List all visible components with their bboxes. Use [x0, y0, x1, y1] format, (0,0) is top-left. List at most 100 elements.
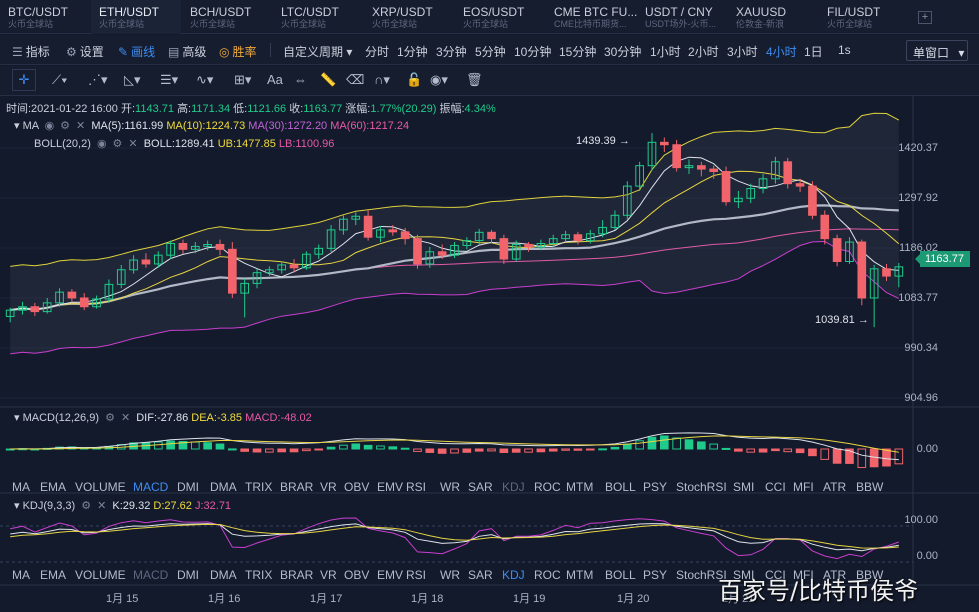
indicator-tab[interactable]: SMI [733, 480, 754, 494]
indicator-tab[interactable]: DMA [210, 568, 237, 582]
indicator-tab[interactable]: WR [440, 568, 460, 582]
indicator-tab[interactable]: VR [320, 480, 337, 494]
close-icon[interactable]: ✕ [76, 120, 85, 132]
indicator-tab[interactable]: ROC [534, 568, 561, 582]
kdj-d-line [10, 523, 899, 549]
gear-icon[interactable]: ⚙ [60, 120, 70, 132]
macd-bar [808, 448, 817, 457]
macd-name: MACD(12,26,9) [22, 412, 100, 424]
indicator-tab[interactable]: EMV [377, 480, 403, 494]
indicator-tab[interactable]: StochRSI [676, 480, 727, 494]
macd-bar [820, 448, 830, 460]
time-label: 1月 18 [411, 593, 444, 605]
indicator-tab[interactable]: BRAR [280, 568, 313, 582]
boll-name: BOLL(20,2) [34, 138, 91, 150]
eye-icon[interactable]: ◉ [45, 120, 55, 132]
macd-bar [265, 448, 274, 453]
close-icon[interactable]: ✕ [128, 138, 137, 150]
indicator-tab[interactable]: EMV [377, 568, 403, 582]
macd-bar [425, 448, 435, 453]
indicator-tab[interactable]: MTM [566, 480, 593, 494]
macd-bar [240, 448, 250, 452]
indicator-tab[interactable]: DMA [210, 480, 237, 494]
gear-icon[interactable]: ⚙ [81, 500, 91, 512]
gear-icon[interactable]: ⚙ [113, 138, 123, 150]
indicator-tab[interactable]: MA [12, 568, 30, 582]
kdj-j-line [10, 517, 899, 560]
indicator-tab[interactable]: MACD [133, 568, 168, 582]
indicator-tab[interactable]: DMI [177, 480, 199, 494]
macd-bar [882, 448, 891, 467]
indicator-tab[interactable]: KDJ [502, 568, 525, 582]
low-annotation-value: 1039.81 [815, 314, 855, 326]
kdj-k-value: K:29.32 [112, 500, 151, 512]
ma-name: MA [22, 120, 39, 132]
indicator-tab[interactable]: BRAR [280, 480, 313, 494]
indicator-tab[interactable]: KDJ [502, 480, 525, 494]
time-label: 1月 16 [208, 593, 241, 605]
boll-lb-value: LB:1100.96 [278, 138, 335, 150]
indicator-tab[interactable]: CCI [765, 480, 786, 494]
indicator-tab[interactable]: PSY [643, 568, 667, 582]
indicator-tab[interactable]: VOLUME [75, 568, 126, 582]
indicator-tab[interactable]: SAR [468, 480, 493, 494]
macd-bar [190, 441, 200, 450]
indicator-tab[interactable]: DMI [177, 568, 199, 582]
indicator-tab[interactable]: OBV [344, 480, 369, 494]
indicator-tab[interactable]: ROC [534, 480, 561, 494]
close-value: 1163.77 [303, 103, 343, 115]
indicator-tab[interactable]: RSI [406, 568, 426, 582]
current-price-value: 1163.77 [925, 253, 964, 265]
close-icon[interactable]: ✕ [97, 500, 106, 512]
change-label: 涨幅: [345, 103, 371, 115]
indicator-tab[interactable]: ATR [823, 480, 846, 494]
macd-bar [894, 448, 904, 465]
indicator-tab[interactable]: MA [12, 480, 30, 494]
macd-bar [672, 437, 681, 450]
indicator-tab[interactable]: BOLL [605, 568, 636, 582]
indicator-tab[interactable]: EMA [40, 568, 66, 582]
boll-ub-value: UB:1477.85 [217, 138, 276, 150]
macd-bar [561, 448, 570, 451]
indicator-tab[interactable]: MTM [566, 568, 593, 582]
macd-bar [647, 436, 657, 450]
indicator-tab[interactable]: RSI [406, 480, 426, 494]
indicator-tab[interactable]: BOLL [605, 480, 636, 494]
indicator-tab[interactable]: SAR [468, 568, 493, 582]
close-icon[interactable]: ✕ [121, 412, 130, 424]
boll-legend: BOLL(20,2) ◉ ⚙ ✕ BOLL:1289.41 UB:1477.85 L… [34, 137, 334, 150]
macd-bar [585, 448, 595, 451]
eye-icon[interactable]: ◉ [97, 138, 107, 150]
time-label: 1月 19 [513, 593, 546, 605]
indicator-tab[interactable]: OBV [344, 568, 369, 582]
macd-bar [302, 448, 311, 452]
collapse-icon[interactable]: ▾ [14, 412, 20, 424]
low-value: 1121.66 [247, 103, 287, 115]
candle-body [573, 234, 583, 242]
low-annotation: 1039.81 → [815, 314, 869, 326]
kdj-j-value: J:32.71 [194, 500, 232, 512]
indicator-tab[interactable]: VOLUME [75, 480, 126, 494]
gear-icon[interactable]: ⚙ [105, 412, 115, 424]
chart-svg[interactable] [0, 0, 979, 612]
time-label: 1月 17 [310, 593, 343, 605]
indicator-tab[interactable]: WR [440, 480, 460, 494]
indicator-tab[interactable]: MFI [793, 480, 814, 494]
indicator-tab[interactable]: TRIX [245, 568, 272, 582]
high-value: 1171.34 [191, 103, 231, 115]
macd-bar [203, 442, 212, 450]
macd-dea-value: DEA:-3.85 [191, 412, 243, 424]
macd-bar [684, 439, 694, 450]
indicator-tab[interactable]: TRIX [245, 480, 272, 494]
candle-body [30, 306, 40, 313]
indicator-tab[interactable]: BBW [856, 480, 883, 494]
indicator-tab[interactable]: EMA [40, 480, 66, 494]
collapse-icon[interactable]: ▾ [14, 500, 20, 512]
candle-body [178, 243, 188, 250]
collapse-icon[interactable]: ▾ [14, 120, 20, 132]
indicator-tab[interactable]: PSY [643, 480, 667, 494]
indicator-tab[interactable]: VR [320, 568, 337, 582]
indicator-tab[interactable]: MACD [133, 480, 168, 494]
candle-body [832, 238, 842, 262]
macd-bar [314, 448, 324, 451]
